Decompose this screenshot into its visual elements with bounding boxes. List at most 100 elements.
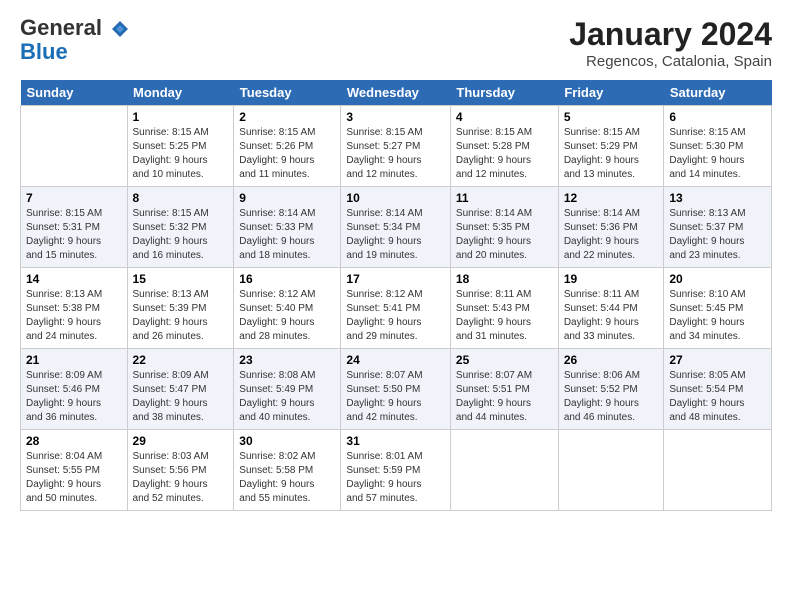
day-number: 22 <box>133 353 229 367</box>
calendar-cell: 31Sunrise: 8:01 AM Sunset: 5:59 PM Dayli… <box>341 430 451 511</box>
calendar-cell: 12Sunrise: 8:14 AM Sunset: 5:36 PM Dayli… <box>558 187 664 268</box>
day-number: 3 <box>346 110 445 124</box>
calendar-cell: 7Sunrise: 8:15 AM Sunset: 5:31 PM Daylig… <box>21 187 128 268</box>
calendar-cell <box>21 106 128 187</box>
day-number: 10 <box>346 191 445 205</box>
day-info: Sunrise: 8:15 AM Sunset: 5:25 PM Dayligh… <box>133 126 229 182</box>
day-number: 12 <box>564 191 659 205</box>
day-number: 17 <box>346 272 445 286</box>
weekday-header-thursday: Thursday <box>450 80 558 106</box>
calendar-cell: 5 Sunrise: 8:15 AM Sunset: 5:29 PM Daylig… <box>558 106 664 187</box>
day-info: Sunrise: 8:15 AM Sunset: 5:30 PM Dayligh… <box>669 126 766 182</box>
calendar-cell: 1 Sunrise: 8:15 AM Sunset: 5:25 PM Daylig… <box>127 106 234 187</box>
weekday-header-row: SundayMondayTuesdayWednesdayThursdayFrid… <box>21 80 772 106</box>
weekday-header-saturday: Saturday <box>664 80 772 106</box>
day-info: Sunrise: 8:06 AM Sunset: 5:52 PM Dayligh… <box>564 369 659 425</box>
day-number: 24 <box>346 353 445 367</box>
calendar-cell: 9 Sunrise: 8:14 AM Sunset: 5:33 PM Daylig… <box>234 187 341 268</box>
day-info: Sunrise: 8:15 AM Sunset: 5:28 PM Dayligh… <box>456 126 553 182</box>
day-info: Sunrise: 8:07 AM Sunset: 5:51 PM Dayligh… <box>456 369 553 425</box>
weekday-header-tuesday: Tuesday <box>234 80 341 106</box>
day-number: 30 <box>239 434 335 448</box>
calendar-cell: 22 Sunrise: 8:09 AM Sunset: 5:47 PM Dayli… <box>127 349 234 430</box>
day-number: 21 <box>26 353 122 367</box>
day-number: 4 <box>456 110 553 124</box>
day-info: Sunrise: 8:14 AM Sunset: 5:35 PM Dayligh… <box>456 207 553 263</box>
calendar-cell: 23 Sunrise: 8:08 AM Sunset: 5:49 PM Dayli… <box>234 349 341 430</box>
calendar-cell: 18 Sunrise: 8:11 AM Sunset: 5:43 PM Dayli… <box>450 268 558 349</box>
calendar-cell: 10 Sunrise: 8:14 AM Sunset: 5:34 PM Dayli… <box>341 187 451 268</box>
calendar-title: January 2024 <box>569 16 772 53</box>
day-number: 2 <box>239 110 335 124</box>
day-info: Sunrise: 8:15 AM Sunset: 5:26 PM Dayligh… <box>239 126 335 182</box>
day-info: Sunrise: 8:15 AM Sunset: 5:32 PM Dayligh… <box>133 207 229 263</box>
calendar-cell: 15 Sunrise: 8:13 AM Sunset: 5:39 PM Dayli… <box>127 268 234 349</box>
day-number: 31 <box>346 434 445 448</box>
week-row-3: 14Sunrise: 8:13 AM Sunset: 5:38 PM Dayli… <box>21 268 772 349</box>
day-number: 15 <box>133 272 229 286</box>
day-info: Sunrise: 8:09 AM Sunset: 5:46 PM Dayligh… <box>26 369 122 425</box>
weekday-header-friday: Friday <box>558 80 664 106</box>
calendar-cell: 20 Sunrise: 8:10 AM Sunset: 5:45 PM Dayli… <box>664 268 772 349</box>
day-number: 5 <box>564 110 659 124</box>
day-number: 20 <box>669 272 766 286</box>
calendar-cell: 30 Sunrise: 8:02 AM Sunset: 5:58 PM Dayli… <box>234 430 341 511</box>
day-number: 8 <box>133 191 229 205</box>
day-number: 29 <box>133 434 229 448</box>
calendar-subtitle: Regencos, Catalonia, Spain <box>569 53 772 70</box>
day-number: 16 <box>239 272 335 286</box>
day-info: Sunrise: 8:12 AM Sunset: 5:41 PM Dayligh… <box>346 288 445 344</box>
day-info: Sunrise: 8:14 AM Sunset: 5:33 PM Dayligh… <box>239 207 335 263</box>
calendar-cell: 28Sunrise: 8:04 AM Sunset: 5:55 PM Dayli… <box>21 430 128 511</box>
calendar-cell: 16 Sunrise: 8:12 AM Sunset: 5:40 PM Dayli… <box>234 268 341 349</box>
title-block: January 2024 Regencos, Catalonia, Spain <box>569 16 772 70</box>
day-number: 28 <box>26 434 122 448</box>
calendar-cell: 13 Sunrise: 8:13 AM Sunset: 5:37 PM Dayli… <box>664 187 772 268</box>
calendar-cell: 19Sunrise: 8:11 AM Sunset: 5:44 PM Dayli… <box>558 268 664 349</box>
page: General Blue January 2024 Regencos, Cata… <box>0 0 792 523</box>
calendar-cell <box>558 430 664 511</box>
day-info: Sunrise: 8:13 AM Sunset: 5:39 PM Dayligh… <box>133 288 229 344</box>
day-number: 11 <box>456 191 553 205</box>
day-number: 25 <box>456 353 553 367</box>
calendar-cell: 21 Sunrise: 8:09 AM Sunset: 5:46 PM Dayli… <box>21 349 128 430</box>
week-row-1: 1 Sunrise: 8:15 AM Sunset: 5:25 PM Daylig… <box>21 106 772 187</box>
calendar-cell: 24 Sunrise: 8:07 AM Sunset: 5:50 PM Dayli… <box>341 349 451 430</box>
day-info: Sunrise: 8:10 AM Sunset: 5:45 PM Dayligh… <box>669 288 766 344</box>
day-number: 23 <box>239 353 335 367</box>
day-info: Sunrise: 8:11 AM Sunset: 5:43 PM Dayligh… <box>456 288 553 344</box>
day-info: Sunrise: 8:02 AM Sunset: 5:58 PM Dayligh… <box>239 450 335 506</box>
logo-general: General <box>20 16 130 40</box>
day-info: Sunrise: 8:15 AM Sunset: 5:27 PM Dayligh… <box>346 126 445 182</box>
logo: General Blue <box>20 16 130 64</box>
calendar-cell: 6 Sunrise: 8:15 AM Sunset: 5:30 PM Daylig… <box>664 106 772 187</box>
calendar-table: SundayMondayTuesdayWednesdayThursdayFrid… <box>20 80 772 511</box>
calendar-cell: 11 Sunrise: 8:14 AM Sunset: 5:35 PM Dayli… <box>450 187 558 268</box>
week-row-5: 28Sunrise: 8:04 AM Sunset: 5:55 PM Dayli… <box>21 430 772 511</box>
day-info: Sunrise: 8:14 AM Sunset: 5:34 PM Dayligh… <box>346 207 445 263</box>
calendar-cell: 29 Sunrise: 8:03 AM Sunset: 5:56 PM Dayli… <box>127 430 234 511</box>
calendar-cell: 8 Sunrise: 8:15 AM Sunset: 5:32 PM Daylig… <box>127 187 234 268</box>
calendar-cell: 26 Sunrise: 8:06 AM Sunset: 5:52 PM Dayli… <box>558 349 664 430</box>
day-info: Sunrise: 8:15 AM Sunset: 5:29 PM Dayligh… <box>564 126 659 182</box>
day-info: Sunrise: 8:09 AM Sunset: 5:47 PM Dayligh… <box>133 369 229 425</box>
day-info: Sunrise: 8:11 AM Sunset: 5:44 PM Dayligh… <box>564 288 659 344</box>
day-number: 26 <box>564 353 659 367</box>
day-number: 14 <box>26 272 122 286</box>
day-info: Sunrise: 8:03 AM Sunset: 5:56 PM Dayligh… <box>133 450 229 506</box>
day-number: 6 <box>669 110 766 124</box>
day-number: 1 <box>133 110 229 124</box>
day-info: Sunrise: 8:13 AM Sunset: 5:37 PM Dayligh… <box>669 207 766 263</box>
day-info: Sunrise: 8:08 AM Sunset: 5:49 PM Dayligh… <box>239 369 335 425</box>
day-number: 13 <box>669 191 766 205</box>
day-info: Sunrise: 8:07 AM Sunset: 5:50 PM Dayligh… <box>346 369 445 425</box>
calendar-cell <box>664 430 772 511</box>
day-number: 9 <box>239 191 335 205</box>
calendar-cell: 2 Sunrise: 8:15 AM Sunset: 5:26 PM Daylig… <box>234 106 341 187</box>
day-info: Sunrise: 8:12 AM Sunset: 5:40 PM Dayligh… <box>239 288 335 344</box>
week-row-4: 21 Sunrise: 8:09 AM Sunset: 5:46 PM Dayli… <box>21 349 772 430</box>
day-number: 18 <box>456 272 553 286</box>
logo-blue: Blue <box>20 40 130 64</box>
calendar-cell: 3 Sunrise: 8:15 AM Sunset: 5:27 PM Daylig… <box>341 106 451 187</box>
header: General Blue January 2024 Regencos, Cata… <box>20 16 772 70</box>
